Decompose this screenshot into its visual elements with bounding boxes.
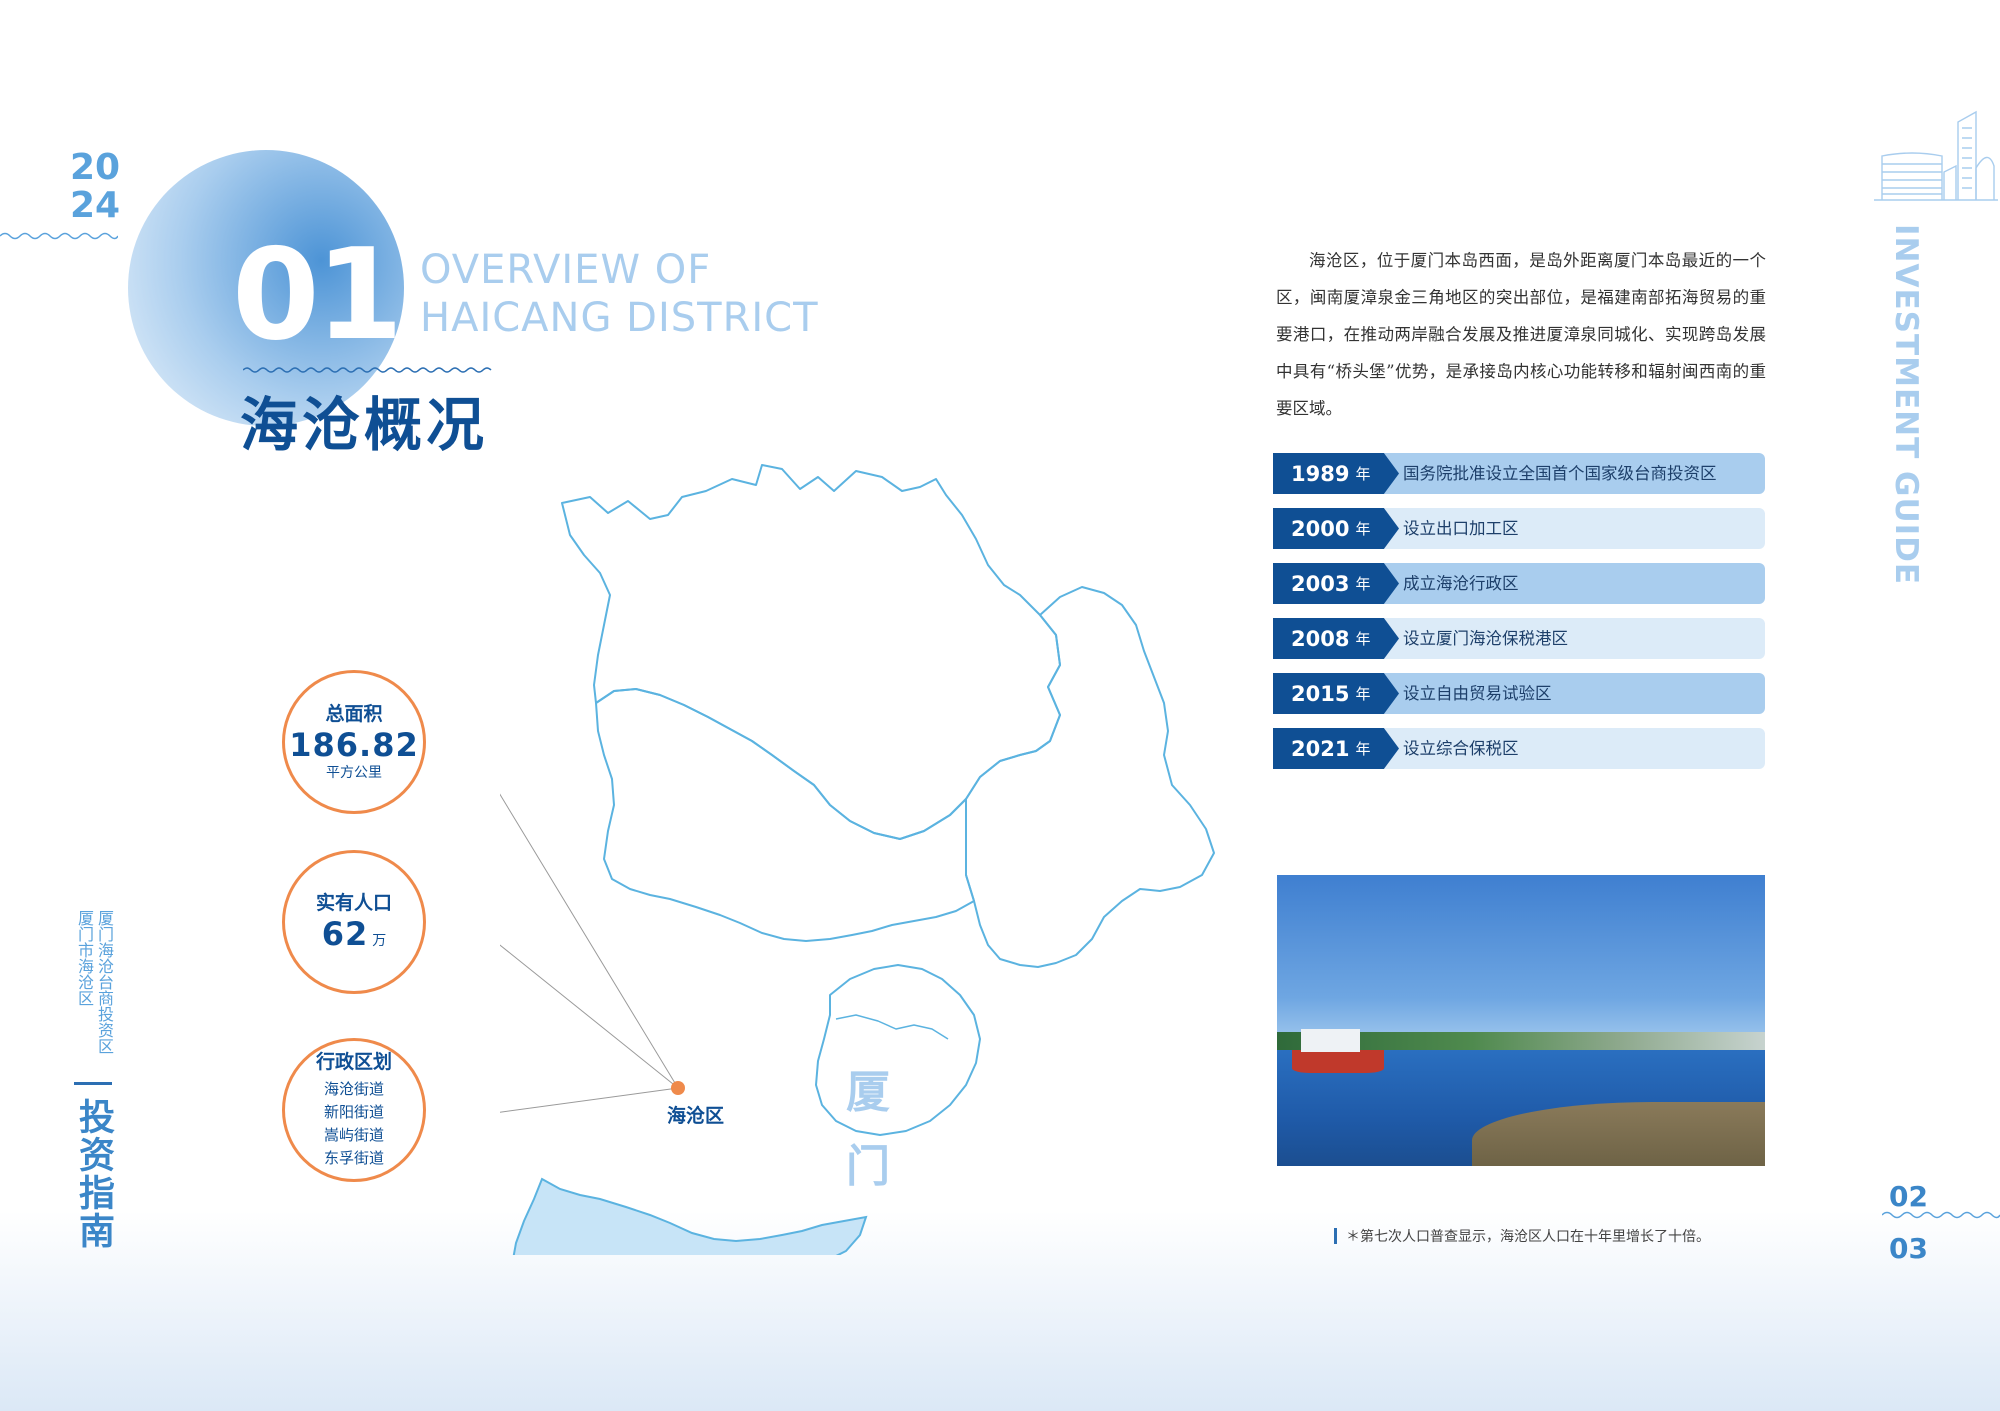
title-en-line2: HAICANG DISTRICT bbox=[420, 295, 819, 341]
vertical-cn-col2: 厦门市海沧区 bbox=[75, 910, 94, 1006]
stat-admin-item: 东孚街道 bbox=[323, 1149, 384, 1167]
map-xiamen-island bbox=[815, 964, 981, 1136]
map-xiamen-char-1: 厦 bbox=[846, 1067, 890, 1118]
timeline-year: 1989 bbox=[1291, 461, 1350, 486]
timeline-text: 国务院批准设立全国首个国家级台商投资区 bbox=[1403, 464, 1717, 483]
timeline-year-unit: 年 bbox=[1355, 575, 1371, 593]
intro-paragraph: 海沧区，位于厦门本岛西面，是岛外距离厦门本岛最近的一个区，闽南厦漳泉金三角地区的… bbox=[1276, 251, 1766, 418]
map-xiamen-inner bbox=[835, 1014, 949, 1040]
timeline-year-tag: 2003 年 bbox=[1273, 563, 1399, 604]
stat-population-value: 62 bbox=[321, 915, 369, 953]
year-label-top: 20 bbox=[70, 147, 121, 188]
wave-line-right bbox=[1882, 1211, 2000, 1219]
beach-photo bbox=[1277, 875, 1765, 1166]
map-region-middle bbox=[595, 688, 975, 942]
footnote-marker bbox=[1334, 1228, 1337, 1244]
timeline-year-tag: 2021 年 bbox=[1273, 728, 1399, 769]
timeline-year: 2021 bbox=[1291, 736, 1350, 761]
map-haicang-label: 海沧区 bbox=[667, 1105, 725, 1127]
timeline-year-unit: 年 bbox=[1355, 685, 1371, 703]
timeline-year-unit: 年 bbox=[1355, 630, 1371, 648]
timeline-text: 成立海沧行政区 bbox=[1403, 574, 1519, 593]
timeline-row-2008: 2008 年 设立厦门海沧保税港区 bbox=[1273, 618, 1765, 659]
timeline-row-2000: 2000 年 设立出口加工区 bbox=[1273, 508, 1765, 549]
stat-area-value: 186.82 bbox=[289, 726, 419, 764]
wave-line-title bbox=[243, 367, 492, 373]
timeline-year-tag: 2008 年 bbox=[1273, 618, 1399, 659]
stat-population-label: 实有人口 bbox=[315, 892, 392, 914]
vertical-divider bbox=[74, 1082, 112, 1085]
map-xiamen-char-2: 门 bbox=[846, 1141, 890, 1192]
stat-admin: 行政区划 海沧街道 新阳街道 嵩屿街道 东孚街道 bbox=[282, 1038, 426, 1182]
timeline-year-tag: 2015 年 bbox=[1273, 673, 1399, 714]
footnote-text: ＊第七次人口普查显示，海沧区人口在十年里增长了十倍。 bbox=[1346, 1229, 1710, 1245]
stat-population-unit: 万 bbox=[372, 933, 387, 949]
vertical-cn-col1: 厦门海沧台商投资区 bbox=[95, 910, 114, 1054]
timeline-year-unit: 年 bbox=[1355, 465, 1371, 483]
section-number: 01 bbox=[232, 221, 403, 368]
title-en-line1: OVERVIEW OF bbox=[420, 247, 712, 293]
title-cn: 海沧概况 bbox=[240, 391, 489, 459]
year-label-bottom: 24 bbox=[70, 185, 121, 226]
stat-admin-label: 行政区划 bbox=[315, 1051, 392, 1073]
photo-boat-cabin bbox=[1301, 1029, 1360, 1053]
timeline-text: 设立厦门海沧保税港区 bbox=[1403, 629, 1568, 648]
stat-admin-item: 新阳街道 bbox=[323, 1103, 384, 1121]
vertical-investment-guide: INVESTMENT GUIDE bbox=[1888, 224, 1924, 586]
timeline-row-2015: 2015 年 设立自由贸易试验区 bbox=[1273, 673, 1765, 714]
stat-area-unit: 平方公里 bbox=[326, 765, 382, 781]
timeline-year: 2015 bbox=[1291, 681, 1350, 706]
skyline-icon bbox=[1874, 110, 1998, 201]
wave-line-left bbox=[0, 232, 118, 240]
map-region-east bbox=[965, 586, 1215, 968]
timeline-row-1989: 1989 年 国务院批准设立全国首个国家级台商投资区 bbox=[1273, 453, 1765, 494]
stat-admin-item: 海沧街道 bbox=[323, 1080, 384, 1098]
map-haicang-district bbox=[512, 1177, 868, 1255]
timeline-year-tag: 1989 年 bbox=[1273, 453, 1399, 494]
vertical-main-title: 投资指南 bbox=[73, 1098, 114, 1250]
photo-boat bbox=[1291, 1049, 1385, 1073]
timeline-year-unit: 年 bbox=[1355, 520, 1371, 538]
stat-population: 实有人口 62 万 bbox=[282, 850, 426, 994]
timeline-year-unit: 年 bbox=[1355, 740, 1371, 758]
timeline-year: 2000 bbox=[1291, 516, 1350, 541]
timeline-row-2003: 2003 年 成立海沧行政区 bbox=[1273, 563, 1765, 604]
timeline-text: 设立出口加工区 bbox=[1403, 519, 1519, 538]
stat-area: 总面积 186.82 平方公里 bbox=[282, 670, 426, 814]
page-number-right: 03 bbox=[1889, 1232, 1928, 1265]
photo-sky bbox=[1277, 875, 1765, 1050]
stat-area-label: 总面积 bbox=[325, 703, 383, 725]
map-haicang-marker bbox=[671, 1081, 685, 1095]
timeline-year: 2008 bbox=[1291, 626, 1350, 651]
timeline-row-2021: 2021 年 设立综合保税区 bbox=[1273, 728, 1765, 769]
timeline-text: 设立综合保税区 bbox=[1403, 739, 1519, 758]
stat-admin-item: 嵩屿街道 bbox=[323, 1126, 384, 1144]
timeline-year: 2003 bbox=[1291, 571, 1350, 596]
timeline-year-tag: 2000 年 bbox=[1273, 508, 1399, 549]
timeline-text: 设立自由贸易试验区 bbox=[1403, 684, 1552, 703]
